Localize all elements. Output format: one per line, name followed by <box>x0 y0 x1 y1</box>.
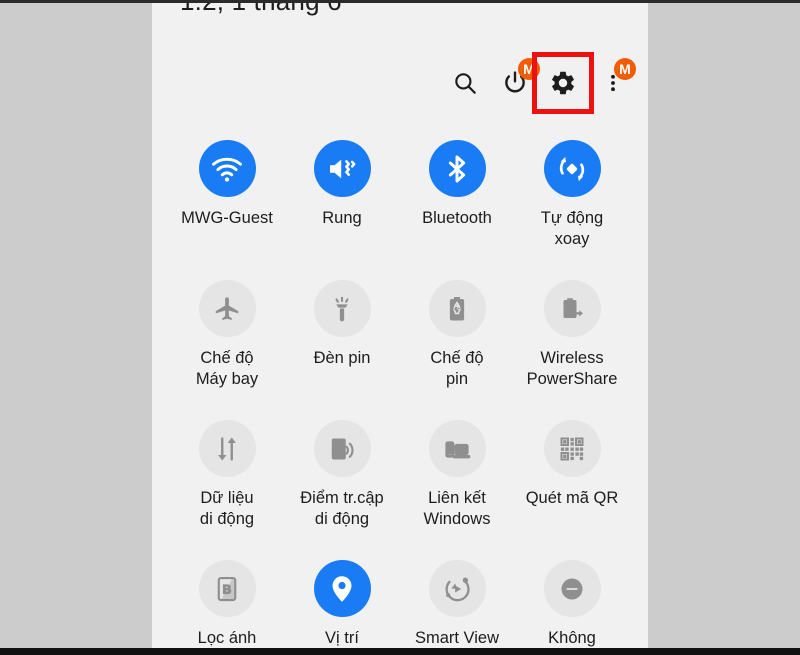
qs-circle <box>543 420 601 477</box>
qs-tile-bluetooth[interactable]: Bluetooth <box>399 140 515 229</box>
bluetooth-icon <box>448 155 466 182</box>
wireless-powershare-icon <box>563 297 583 318</box>
qs-tile-qr-scan[interactable]: Quét mã QR <box>514 420 630 509</box>
qs-label: Rung <box>322 209 362 227</box>
quick-settings-row: Chế độ Máy bay Đèn pin Chế độ pin Wirele… <box>152 280 648 420</box>
qs-circle <box>198 280 256 337</box>
qs-circle: B <box>198 560 256 617</box>
qs-circle <box>313 420 371 477</box>
blue-light-filter-icon: B <box>217 576 237 601</box>
qs-label: Đèn pin <box>313 349 371 367</box>
qs-label: Tự động xoay <box>540 209 604 248</box>
link-to-windows-icon <box>445 440 471 458</box>
quick-settings-row: MWG-Guest Rung Bluetooth Tự động xoay <box>152 140 648 280</box>
qs-circle <box>428 280 486 337</box>
qs-circle <box>198 140 256 197</box>
qs-circle <box>543 140 601 197</box>
auto-rotate-icon <box>559 156 585 181</box>
qs-circle <box>198 420 256 477</box>
qs-tile-blue-light-filter[interactable]: B Lọc ánh sáng xanh <box>169 560 285 655</box>
location-icon <box>332 575 352 602</box>
qs-label: Quét mã QR <box>525 489 619 507</box>
flashlight-icon <box>335 296 349 321</box>
qs-tile-link-to-windows[interactable]: Liên kết Windows <box>399 420 515 530</box>
more-options-badge: M <box>614 58 636 80</box>
phone-screen: 1:2, 1 tháng 6 M M MWG-Guest Rung Blueto… <box>152 0 648 655</box>
smart-view-icon <box>445 577 470 601</box>
wifi-icon <box>212 157 242 182</box>
qs-label: Điểm tr.cập di động <box>300 489 384 528</box>
qs-tile-wireless-powershare[interactable]: Wireless PowerShare <box>514 280 630 390</box>
hotspot-icon <box>331 438 354 459</box>
qs-tile-flashlight[interactable]: Đèn pin <box>284 280 400 369</box>
qs-tile-hotspot[interactable]: Điểm tr.cập di động <box>284 420 400 530</box>
qs-circle <box>313 280 371 337</box>
qs-circle <box>543 560 601 617</box>
qs-tile-vibrate[interactable]: Rung <box>284 140 400 229</box>
qs-tile-airplane-mode[interactable]: Chế độ Máy bay <box>169 280 285 390</box>
qs-label: Wireless PowerShare <box>526 349 618 388</box>
quick-settings-grid: MWG-Guest Rung Bluetooth Tự động xoay Ch… <box>152 140 648 655</box>
do-not-disturb-icon <box>561 578 583 599</box>
screenshot-root: 1:2, 1 tháng 6 M M MWG-Guest Rung Blueto… <box>0 0 800 655</box>
qs-circle <box>543 280 601 337</box>
qs-circle <box>313 560 371 617</box>
airplane-icon <box>215 296 239 320</box>
quick-settings-row: Dữ liệu di động Điểm tr.cập di động Liên… <box>152 420 648 560</box>
qs-label: Chế độ pin <box>430 349 484 388</box>
qs-tile-auto-rotate[interactable]: Tự động xoay <box>514 140 630 250</box>
quick-settings-row: B Lọc ánh sáng xanh Vị trí <box>152 560 648 655</box>
gear-icon <box>552 71 574 95</box>
qs-tile-location[interactable]: Vị trí <box>284 560 400 649</box>
qs-label: Vị trí <box>325 629 359 647</box>
top-edge-line <box>0 0 800 3</box>
qs-tile-mobile-data[interactable]: Dữ liệu di động <box>169 420 285 530</box>
qs-tile-battery-saver[interactable]: Chế độ pin <box>399 280 515 390</box>
qs-tile-wifi[interactable]: MWG-Guest <box>169 140 285 229</box>
svg-text:B: B <box>223 583 232 596</box>
qs-label: Liên kết Windows <box>423 489 491 528</box>
qs-circle <box>313 140 371 197</box>
search-icon <box>455 73 476 94</box>
qs-circle <box>428 420 486 477</box>
qs-circle <box>428 560 486 617</box>
battery-saver-icon <box>449 296 465 320</box>
bottom-edge-bar <box>0 648 800 655</box>
qs-tile-smart-view[interactable]: Smart View <box>399 560 515 649</box>
qs-label: Smart View <box>414 629 500 647</box>
vibrate-icon <box>330 159 356 178</box>
qs-label: Bluetooth <box>422 209 492 227</box>
qs-tile-do-not-disturb[interactable]: Không làm phiền <box>514 560 630 655</box>
qr-scan-icon <box>560 437 584 460</box>
qs-label: MWG-Guest <box>181 209 273 227</box>
more-options-button[interactable]: M <box>582 52 644 114</box>
qs-label: Dữ liệu di động <box>199 489 255 528</box>
qs-label: Chế độ Máy bay <box>195 349 259 388</box>
qs-circle <box>428 140 486 197</box>
quick-panel-header: M M <box>152 52 648 114</box>
mobile-data-icon <box>218 436 236 461</box>
